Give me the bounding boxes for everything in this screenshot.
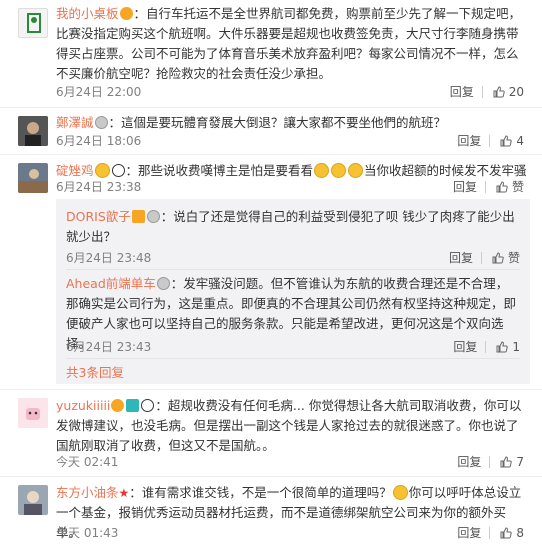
- like-button[interactable]: 赞: [482, 249, 520, 266]
- reply-button[interactable]: 回复: [449, 524, 489, 541]
- reply-time: 6月24日 23:48: [66, 251, 152, 265]
- like-button[interactable]: 1: [486, 340, 520, 354]
- comment-text: ：谁有需求谁交钱，不是一个很简单的道理吗？: [129, 485, 392, 500]
- comment-item: 鄭澤誠 ：這個是要玩體育發展大倒退？讓大家都不要坐他們的航班？ 6月24日 18:…: [0, 108, 542, 155]
- reply-button[interactable]: 回复: [449, 132, 489, 149]
- comment-author[interactable]: 我的小桌板: [56, 6, 119, 21]
- comment-time: 6月24日 22:00: [56, 85, 142, 99]
- comment-author[interactable]: 碇矬鸡: [56, 163, 94, 178]
- fan-badge-icon: [119, 7, 133, 20]
- like-count: 8: [516, 525, 524, 540]
- avatar[interactable]: [18, 485, 48, 515]
- panda-badge-icon: [141, 399, 155, 412]
- like-count: 1: [512, 339, 520, 354]
- like-count: 赞: [507, 251, 520, 265]
- reply-item: DORIS歆子 ：说白了还是觉得自己的利益受到侵犯了呗 钱少了肉疼了能少出就少出？…: [66, 199, 520, 270]
- comment-item: 我的小桌板 ：自行车托运不是全世界航司都免费，购票前至少先了解一下规定吧，比赛没指…: [0, 0, 542, 108]
- comment-time: 今天 01:43: [56, 526, 119, 540]
- comment-author[interactable]: yuzukiiiii: [56, 398, 110, 413]
- smile-emoji-icon: [392, 485, 408, 500]
- sunglasses-emoji-icon: [94, 163, 110, 178]
- comment-time: 6月24日 18:06: [56, 134, 142, 148]
- reply-button[interactable]: 回复: [445, 178, 485, 195]
- like-button[interactable]: 4: [490, 134, 524, 148]
- reply-body: DORIS歆子 ：说白了还是觉得自己的利益受到侵犯了呗 钱少了肉疼了能少出就少出？: [66, 207, 520, 247]
- thumbs-up-icon: [492, 251, 504, 263]
- comment-body: yuzukiiiii ：超规收费没有任何毛病... 你觉得想让各大航司取消收费，你…: [56, 396, 530, 456]
- comment-item: 东方小油条★：谁有需求谁交钱，不是一个很简单的道理吗？ 你可以呼吁体总设立一个基金…: [0, 477, 542, 547]
- like-count: 20: [508, 84, 524, 99]
- comment-text: ：那些说收费嘆博主是怕是要看看: [125, 163, 314, 178]
- reply-button[interactable]: 回复: [441, 249, 481, 266]
- comment-time: 今天 02:41: [56, 455, 119, 469]
- like-count: 赞: [511, 180, 524, 194]
- reply-panel: DORIS歆子 ：说白了还是觉得自己的利益受到侵犯了呗 钱少了肉疼了能少出就少出？…: [56, 199, 530, 384]
- reply-actions: 回复 赞: [441, 249, 520, 266]
- reply-actions: 回复 1: [445, 338, 520, 355]
- vip-badge-icon: [131, 210, 145, 223]
- member-badge-icon: [94, 116, 108, 129]
- avatar[interactable]: [18, 116, 48, 146]
- star-badge-icon: ★: [118, 486, 130, 500]
- comment-actions: 回复 赞: [445, 178, 524, 195]
- like-count: 4: [516, 133, 524, 148]
- comment-item: 碇矬鸡 ：那些说收费嘆博主是怕是要看看 当你收超额的时候发不发牢骚 6月24日 23…: [0, 155, 542, 390]
- like-button[interactable]: 20: [483, 85, 524, 99]
- comment-text: ：這個是要玩體育發展大倒退？讓大家都不要坐他們的航班？: [108, 115, 447, 130]
- comment-author[interactable]: 东方小油条: [56, 485, 119, 500]
- member-badge-icon: [156, 277, 170, 290]
- avatar-photo-icon: [18, 485, 48, 515]
- comment-item: yuzukiiiii ：超规收费没有任何毛病... 你觉得想让各大航司取消收费，你…: [0, 390, 542, 477]
- comment-body: 我的小桌板 ：自行车托运不是全世界航司都免费，购票前至少先了解一下规定吧，比赛没指…: [56, 4, 530, 84]
- laugh-emoji-icon: [348, 163, 364, 178]
- comment-actions: 回复 20: [442, 83, 524, 100]
- avatar[interactable]: [18, 398, 48, 428]
- comment-actions: 回复 8: [449, 524, 524, 541]
- thumbs-up-icon: [500, 455, 513, 467]
- reply-time: 6月24日 23:43: [66, 340, 152, 354]
- comment-body: 鄭澤誠 ：這個是要玩體育發展大倒退？讓大家都不要坐他們的航班？: [56, 113, 530, 133]
- comment-author[interactable]: 鄭澤誠: [56, 115, 94, 130]
- laugh-emoji-icon: [314, 163, 330, 178]
- panda-badge-icon: [111, 164, 125, 177]
- like-button[interactable]: 7: [490, 455, 524, 469]
- thumbs-up-icon: [500, 134, 513, 146]
- reply-button[interactable]: 回复: [449, 453, 489, 470]
- thumbs-up-icon: [493, 85, 505, 97]
- thumbs-up-icon: [500, 526, 513, 538]
- reply-author[interactable]: DORIS歆子: [66, 209, 131, 224]
- laugh-emoji-icon: [331, 163, 347, 178]
- avatar[interactable]: [18, 8, 48, 38]
- comment-time: 6月24日 23:38: [56, 180, 142, 194]
- avatar-cartoon-icon: [18, 398, 48, 428]
- avatar[interactable]: [18, 163, 48, 193]
- thumbs-up-icon: [496, 180, 508, 192]
- reply-button[interactable]: 回复: [445, 338, 485, 355]
- thumbs-up-icon: [496, 340, 509, 352]
- camera-badge-icon: [126, 399, 140, 412]
- avatar-logo-icon: [27, 13, 41, 33]
- reply-author[interactable]: Ahead前端单车: [66, 276, 156, 291]
- like-button[interactable]: 赞: [486, 178, 524, 195]
- reply-button[interactable]: 回复: [442, 83, 482, 100]
- reply-item: Ahead前端单车 ：发牢骚没问题。但不管谁认为东航的收费合理还是不合理，那确实是…: [66, 270, 520, 359]
- comment-text-continued: 当你收超额的时候发不发牢骚: [364, 163, 527, 178]
- like-button[interactable]: 8: [490, 526, 524, 540]
- fan-badge-icon: [111, 399, 125, 412]
- like-count: 7: [516, 454, 524, 469]
- comment-list: 我的小桌板 ：自行车托运不是全世界航司都免费，购票前至少先了解一下规定吧，比赛没指…: [0, 0, 542, 547]
- comment-actions: 回复 4: [449, 132, 524, 149]
- more-replies-link[interactable]: 共3条回复: [66, 362, 124, 381]
- member-badge-icon: [146, 210, 160, 223]
- comment-actions: 回复 7: [449, 453, 524, 470]
- avatar-photo-icon: [18, 163, 48, 193]
- avatar-photo-icon: [18, 116, 48, 146]
